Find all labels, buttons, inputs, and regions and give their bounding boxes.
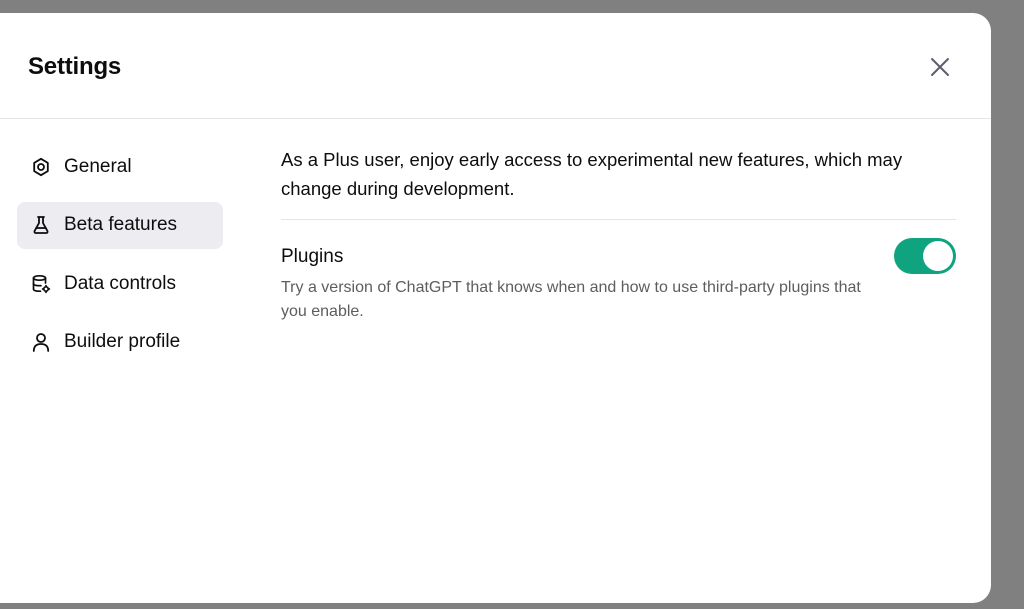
- sidebar-item-data-controls[interactable]: Data controls: [17, 260, 223, 307]
- sidebar-item-label: Data controls: [64, 272, 176, 294]
- person-icon: [30, 331, 52, 353]
- settings-sidebar: General Beta features Data controls Buil…: [17, 143, 223, 377]
- plugins-toggle[interactable]: [894, 238, 956, 274]
- flask-icon: [30, 214, 52, 236]
- setting-row-plugins: Plugins Try a version of ChatGPT that kn…: [281, 220, 956, 324]
- sidebar-item-label: Builder profile: [64, 331, 181, 352]
- close-icon: [931, 58, 949, 76]
- setting-title: Plugins: [281, 246, 344, 267]
- sidebar-item-general[interactable]: General: [17, 143, 223, 190]
- sidebar-item-label: General: [64, 155, 132, 177]
- settings-dialog: Settings General Beta features Data cont…: [0, 13, 991, 603]
- settings-content: As a Plus user, enjoy early access to ex…: [281, 145, 956, 324]
- sidebar-item-builder-profile[interactable]: Builder profile: [17, 319, 223, 366]
- dialog-title: Settings: [28, 53, 122, 80]
- toggle-knob: [923, 241, 953, 271]
- setting-description: Try a version of ChatGPT that knows when…: [281, 279, 861, 320]
- beta-intro-text: As a Plus user, enjoy early access to ex…: [281, 145, 956, 220]
- close-button[interactable]: [924, 51, 956, 83]
- database-gear-icon: [30, 273, 52, 295]
- sidebar-item-beta-features[interactable]: Beta features: [17, 201, 223, 249]
- sidebar-item-label: Beta features: [64, 214, 178, 235]
- dialog-header: Settings: [0, 13, 991, 119]
- gear-icon: [30, 156, 52, 178]
